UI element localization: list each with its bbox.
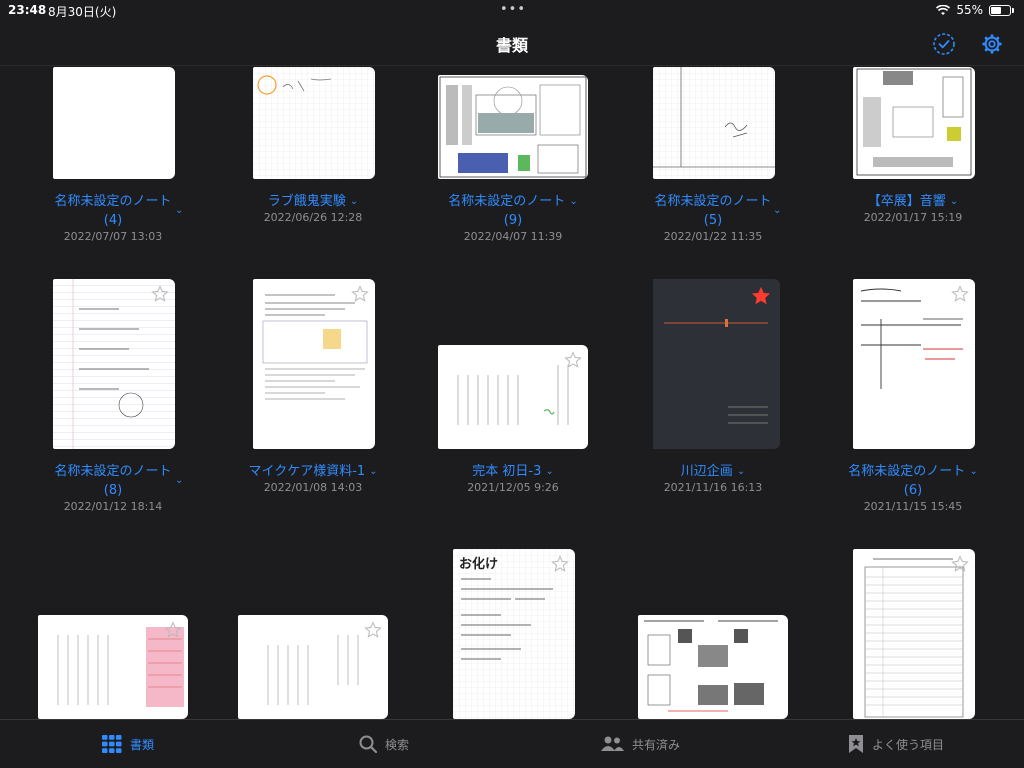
tab-search[interactable]: 検索	[256, 720, 512, 768]
status-right: 55%	[936, 3, 1014, 17]
document-thumbnail[interactable]	[253, 279, 375, 449]
star-outline-icon[interactable]	[364, 621, 382, 639]
star-outline-icon[interactable]	[951, 555, 969, 573]
chevron-down-icon[interactable]: ⌄	[175, 475, 183, 486]
bookmark-star-icon	[848, 735, 863, 753]
tab-shared[interactable]: 共有済み	[512, 720, 768, 768]
notebook-cover[interactable]	[648, 279, 780, 449]
document-title[interactable]: 名称未設定のノート	[613, 193, 813, 211]
thumbnail-heading: お化け	[459, 557, 499, 572]
star-outline-icon[interactable]	[351, 285, 369, 303]
star-outline-icon[interactable]	[564, 351, 582, 369]
status-date: 8月30日(火)	[48, 5, 117, 19]
document-title[interactable]: 名称未設定のノート ⌄	[413, 193, 613, 211]
document-thumbnail[interactable]	[438, 75, 588, 179]
chevron-down-icon[interactable]: ⌄	[545, 463, 553, 481]
document-title[interactable]: ラブ餓鬼実験 ⌄	[213, 193, 413, 211]
document-date: 2021/12/05 9:26	[467, 481, 559, 494]
document-thumbnail[interactable]	[653, 67, 775, 179]
tab-label: よく使う項目	[871, 737, 944, 752]
document-thumbnail[interactable]: お化け	[453, 549, 575, 719]
document-thumbnail[interactable]	[853, 67, 975, 179]
document-thumbnail[interactable]	[53, 67, 175, 179]
document-title-number[interactable]: (5)	[613, 212, 813, 230]
tab-bar: 書類 検索 共有済み よく使う項目	[0, 719, 1024, 768]
document-date: 2021/11/16 16:13	[663, 481, 763, 494]
document-thumbnail[interactable]	[238, 615, 388, 719]
document-thumbnail[interactable]	[53, 279, 175, 449]
tab-label: 検索	[384, 737, 409, 752]
status-time: 23:48	[8, 3, 47, 17]
document-date: 2022/01/08 14:03	[263, 481, 363, 494]
document-thumbnail[interactable]	[638, 615, 788, 719]
settings-button[interactable]	[978, 30, 1006, 58]
document-title[interactable]: 【卒展】音響 ⌄	[813, 193, 1013, 211]
page-title: 書類	[495, 36, 528, 55]
chevron-down-icon[interactable]: ⌄	[569, 193, 577, 211]
document-thumbnail[interactable]	[38, 615, 188, 719]
document-date: 2022/04/07 11:39	[463, 230, 563, 243]
battery-icon	[989, 4, 1011, 16]
chevron-down-icon[interactable]: ⌄	[950, 193, 958, 211]
people-icon	[600, 736, 624, 751]
document-thumbnail[interactable]	[853, 549, 975, 719]
nav-bar: 書類	[0, 22, 1024, 66]
document-date: 2021/11/15 15:45	[863, 500, 963, 513]
document-thumbnail[interactable]	[853, 279, 975, 449]
document-grid[interactable]: 名称未設定のノート (4) ⌄ 2022/07/07 13:03 ラブ餓鬼実験 ⌄…	[0, 67, 1024, 719]
tab-favorites[interactable]: よく使う項目	[768, 720, 1024, 768]
star-outline-icon[interactable]	[151, 285, 169, 303]
gear-icon	[982, 34, 1002, 54]
multitasking-dots-icon[interactable]: •••	[500, 2, 526, 17]
document-title[interactable]: マイクケア様資料-1 ⌄	[213, 463, 413, 481]
battery-percent: 55%	[956, 3, 983, 17]
chevron-down-icon[interactable]: ⌄	[350, 193, 358, 211]
document-date: 2022/01/12 18:14	[63, 500, 163, 513]
document-thumbnail[interactable]	[438, 345, 588, 449]
chevron-down-icon[interactable]: ⌄	[369, 463, 377, 481]
document-date: 2022/06/26 12:28	[263, 211, 363, 224]
document-title[interactable]: 完本 初日-3 ⌄	[413, 463, 613, 481]
document-title-number[interactable]: (9)	[413, 212, 613, 230]
chevron-down-icon[interactable]: ⌄	[969, 463, 977, 481]
search-icon	[359, 735, 377, 753]
star-outline-icon[interactable]	[164, 621, 182, 639]
select-button[interactable]	[930, 30, 958, 58]
document-title[interactable]: 名称未設定のノート ⌄	[813, 463, 1013, 481]
document-date: 2022/01/22 11:35	[663, 230, 763, 243]
status-bar: 23:48 8月30日(火) ••• 55%	[0, 0, 1024, 22]
grid-icon	[101, 735, 122, 753]
chevron-down-icon[interactable]: ⌄	[737, 463, 745, 481]
document-title-number[interactable]: (6)	[813, 482, 1013, 500]
star-filled-icon[interactable]	[750, 285, 772, 307]
star-outline-icon[interactable]	[951, 285, 969, 303]
checkmark-circle-icon	[933, 33, 955, 55]
tab-documents[interactable]: 書類	[0, 720, 256, 768]
chevron-down-icon[interactable]: ⌄	[773, 205, 781, 216]
chevron-down-icon[interactable]: ⌄	[175, 205, 183, 216]
document-date: 2022/07/07 13:03	[63, 230, 163, 243]
star-outline-icon[interactable]	[551, 555, 569, 573]
document-title[interactable]: 川辺企画 ⌄	[613, 463, 813, 481]
document-date: 2022/01/17 15:19	[863, 211, 963, 224]
tab-label: 書類	[129, 737, 154, 752]
wifi-icon	[936, 4, 951, 15]
tab-label: 共有済み	[631, 737, 680, 752]
document-thumbnail[interactable]	[253, 67, 375, 179]
